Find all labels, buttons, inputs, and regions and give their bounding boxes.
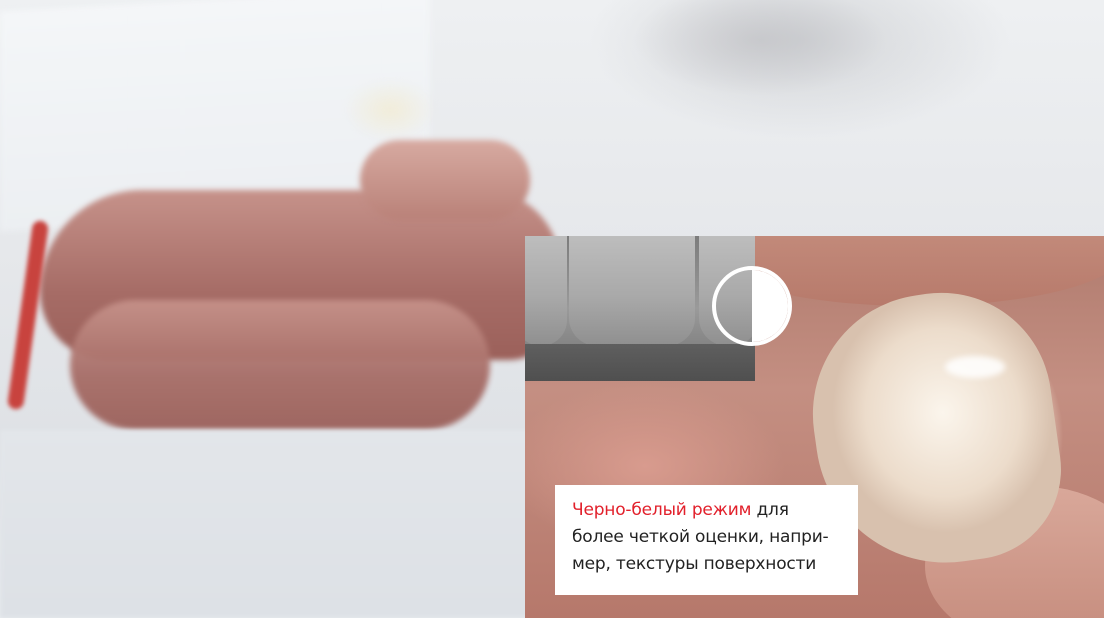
hand-fingers xyxy=(70,300,490,430)
caption-highlight: Черно-белый режим xyxy=(572,500,752,520)
half-circle-contrast-icon[interactable] xyxy=(712,266,792,346)
photo-stage: Черно-белый режим для более четкой оценк… xyxy=(0,0,1104,618)
caption-box: Черно-белый режим для более четкой оценк… xyxy=(555,485,858,595)
caption-line-1-rest: для xyxy=(751,500,789,520)
caption-line-2: более четкой оценки, напри- xyxy=(572,527,829,547)
tooth-gloss xyxy=(945,356,1005,378)
caption-line-1: Черно-белый режим для xyxy=(572,497,844,524)
table-surface xyxy=(0,430,540,618)
contrast-half xyxy=(752,270,788,342)
bw-gum xyxy=(525,344,755,381)
bw-tooth-center xyxy=(569,236,695,346)
caption-line-3: мер, текстуры поверхности xyxy=(572,554,817,574)
bw-tooth-left xyxy=(525,236,567,346)
thumb xyxy=(360,140,530,220)
